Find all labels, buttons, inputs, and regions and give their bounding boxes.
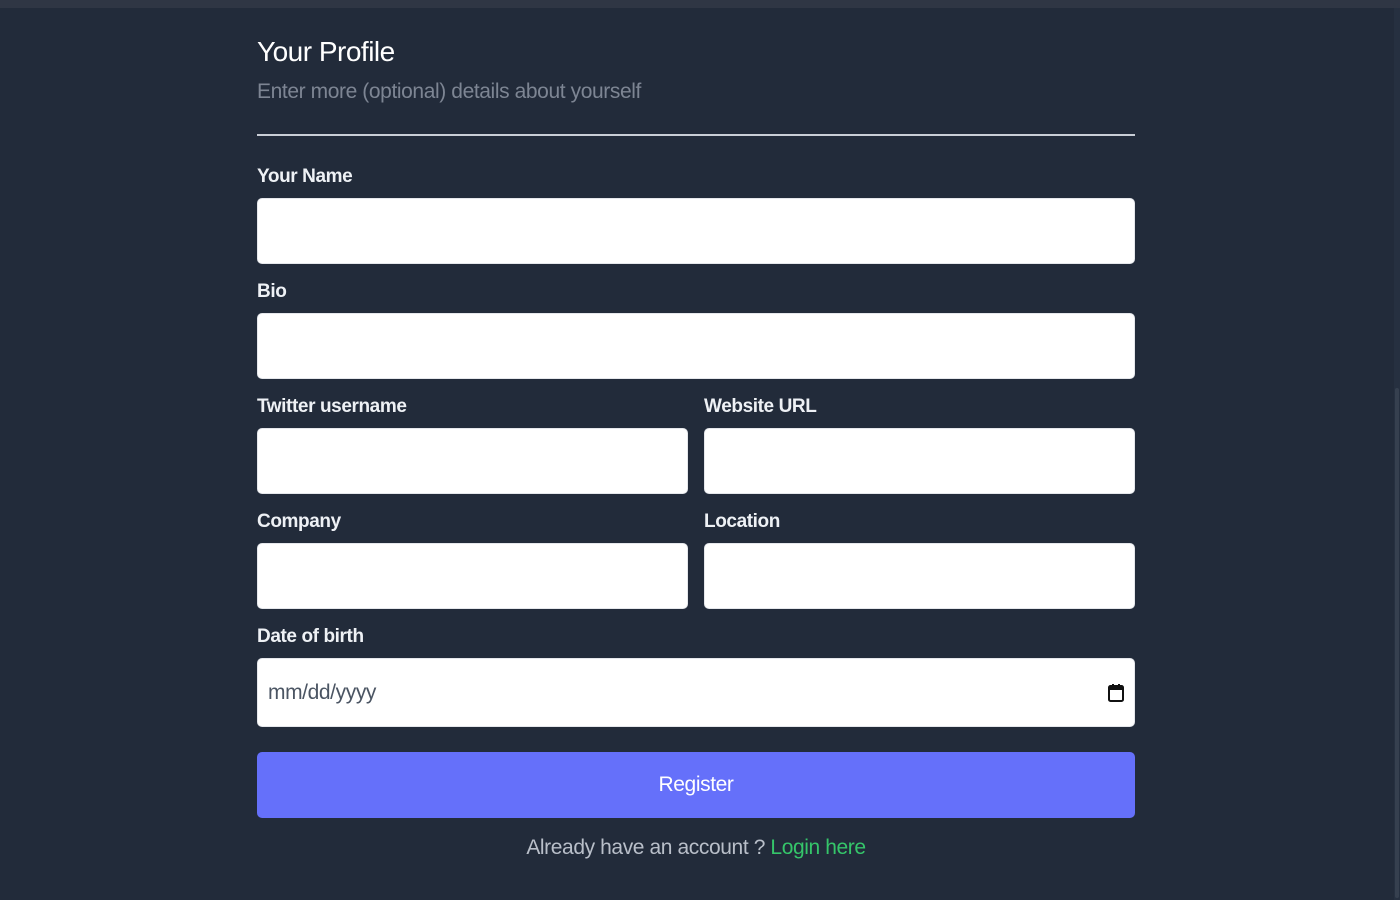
location-input[interactable] [704,543,1135,609]
website-label: Website URL [704,396,817,417]
register-button[interactable]: Register [257,752,1135,818]
login-prompt-text: Already have an account ? [526,836,765,859]
name-label: Your Name [257,166,353,187]
login-prompt: Already have an account ? Login here [257,836,1135,860]
scrollbar-thumb[interactable] [1395,388,1399,898]
page-subtitle: Enter more (optional) details about your… [257,80,641,103]
login-link[interactable]: Login here [770,836,866,859]
company-label: Company [257,511,341,532]
website-input[interactable] [704,428,1135,494]
dob-placeholder: mm/dd/yyyy [268,680,377,704]
company-input[interactable] [257,543,688,609]
twitter-input[interactable] [257,428,688,494]
dob-label: Date of birth [257,626,364,647]
bio-label: Bio [257,281,287,302]
dob-input[interactable]: mm/dd/yyyy [257,658,1135,727]
bio-input[interactable] [257,313,1135,379]
page-title: Your Profile [257,36,395,67]
window-top-bar [0,0,1400,8]
name-input[interactable] [257,198,1135,264]
location-label: Location [704,511,780,532]
calendar-icon[interactable] [1108,683,1124,702]
twitter-label: Twitter username [257,396,407,417]
scrollbar-track[interactable] [1394,8,1400,900]
divider [257,134,1135,136]
